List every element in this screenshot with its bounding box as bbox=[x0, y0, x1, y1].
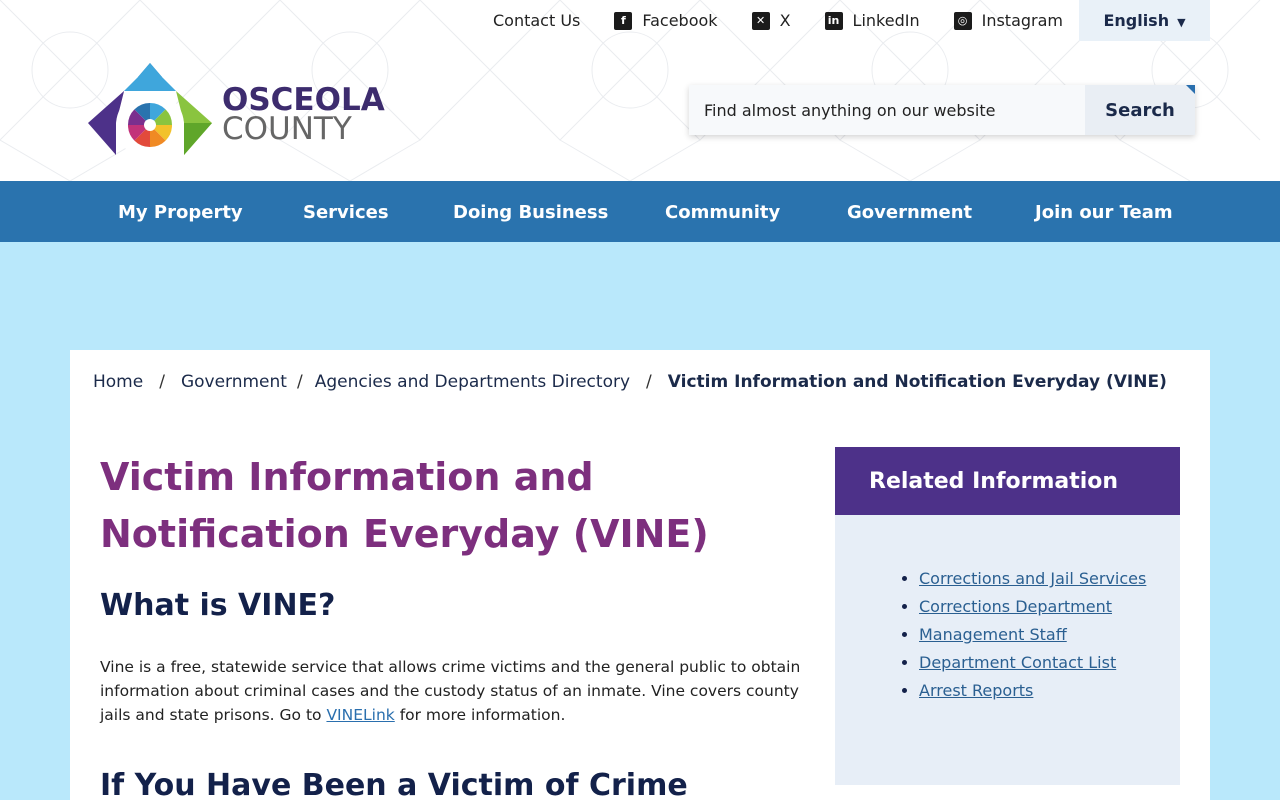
language-label: English bbox=[1103, 11, 1170, 30]
page-title: Victim Information and Notification Ever… bbox=[100, 455, 709, 556]
nav-item-doing-business[interactable]: Doing Business bbox=[453, 202, 608, 223]
county-logo[interactable]: OSCEOLA COUNTY bbox=[86, 63, 396, 161]
breadcrumb-separator: / bbox=[646, 372, 652, 392]
breadcrumb-government[interactable]: Government bbox=[181, 372, 287, 392]
content-card: Home / Government / Agencies and Departm… bbox=[70, 350, 1210, 800]
logo-wordmark: OSCEOLA COUNTY bbox=[222, 85, 385, 147]
logo-mark-icon bbox=[88, 63, 212, 159]
list-item: Management Staff bbox=[919, 621, 1180, 649]
related-information-heading: Related Information bbox=[835, 447, 1180, 515]
search-box: Search bbox=[689, 85, 1195, 135]
list-item: Arrest Reports bbox=[919, 677, 1180, 705]
breadcrumb-current: Victim Information and Notification Ever… bbox=[667, 372, 1167, 392]
logo-line2: COUNTY bbox=[222, 111, 352, 147]
related-link-corrections-jail[interactable]: Corrections and Jail Services bbox=[919, 569, 1146, 588]
list-item: Corrections Department bbox=[919, 593, 1180, 621]
x-label: X bbox=[779, 11, 791, 30]
search-input[interactable] bbox=[689, 85, 1085, 135]
heading-what-is-vine: What is VINE? bbox=[100, 588, 336, 623]
list-item: Department Contact List bbox=[919, 649, 1180, 677]
related-link-contact-list[interactable]: Department Contact List bbox=[919, 653, 1116, 672]
corner-accent bbox=[1186, 85, 1195, 94]
nav-item-join-our-team[interactable]: Join our Team bbox=[1035, 202, 1173, 223]
instagram-label: Instagram bbox=[981, 11, 1063, 30]
instagram-link[interactable]: ◎ Instagram bbox=[953, 11, 1063, 30]
breadcrumb-agencies[interactable]: Agencies and Departments Directory bbox=[315, 372, 630, 392]
linkedin-label: LinkedIn bbox=[852, 11, 920, 30]
utility-bar: Contact Us f Facebook ✕ X in LinkedIn ◎ … bbox=[493, 0, 1210, 41]
x-link[interactable]: ✕ X bbox=[751, 11, 791, 30]
facebook-icon: f bbox=[614, 11, 633, 30]
contact-us-label: Contact Us bbox=[492, 11, 581, 30]
related-links-list: Corrections and Jail Services Correction… bbox=[835, 515, 1180, 705]
breadcrumb-separator: / bbox=[159, 372, 165, 392]
nav-item-my-property[interactable]: My Property bbox=[118, 202, 243, 223]
list-item: Corrections and Jail Services bbox=[919, 565, 1180, 593]
search-button-label: Search bbox=[1105, 99, 1175, 121]
related-link-arrest-reports[interactable]: Arrest Reports bbox=[919, 681, 1033, 700]
breadcrumb-home[interactable]: Home bbox=[93, 372, 143, 392]
chevron-down-icon: ▼ bbox=[1177, 16, 1186, 29]
nav-item-community[interactable]: Community bbox=[665, 202, 780, 223]
language-selector[interactable]: English ▼ bbox=[1079, 0, 1210, 41]
nav-item-government[interactable]: Government bbox=[847, 202, 972, 223]
contact-us-link[interactable]: Contact Us bbox=[493, 11, 580, 30]
related-link-management-staff[interactable]: Management Staff bbox=[919, 625, 1067, 644]
linkedin-icon: in bbox=[824, 11, 843, 30]
x-icon: ✕ bbox=[751, 11, 770, 30]
breadcrumb-separator: / bbox=[296, 372, 303, 392]
site-header: Contact Us f Facebook ✕ X in LinkedIn ◎ … bbox=[0, 0, 1280, 181]
vine-description-tail: for more information. bbox=[394, 706, 566, 724]
facebook-label: Facebook bbox=[642, 11, 718, 30]
main-nav: My Property Services Doing Business Comm… bbox=[0, 181, 1280, 242]
instagram-icon: ◎ bbox=[953, 11, 972, 30]
vinelink-link[interactable]: VINELink bbox=[326, 706, 394, 724]
related-information-panel: Related Information Corrections and Jail… bbox=[835, 447, 1180, 785]
nav-item-services[interactable]: Services bbox=[303, 202, 389, 223]
heading-victim-of-crime: If You Have Been a Victim of Crime bbox=[100, 768, 688, 800]
vine-description: Vine is a free, statewide service that a… bbox=[100, 655, 820, 727]
linkedin-link[interactable]: in LinkedIn bbox=[824, 11, 920, 30]
search-button[interactable]: Search bbox=[1085, 85, 1195, 135]
related-link-corrections-department[interactable]: Corrections Department bbox=[919, 597, 1112, 616]
breadcrumb: Home / Government / Agencies and Departm… bbox=[93, 372, 1167, 392]
facebook-link[interactable]: f Facebook bbox=[614, 11, 718, 30]
